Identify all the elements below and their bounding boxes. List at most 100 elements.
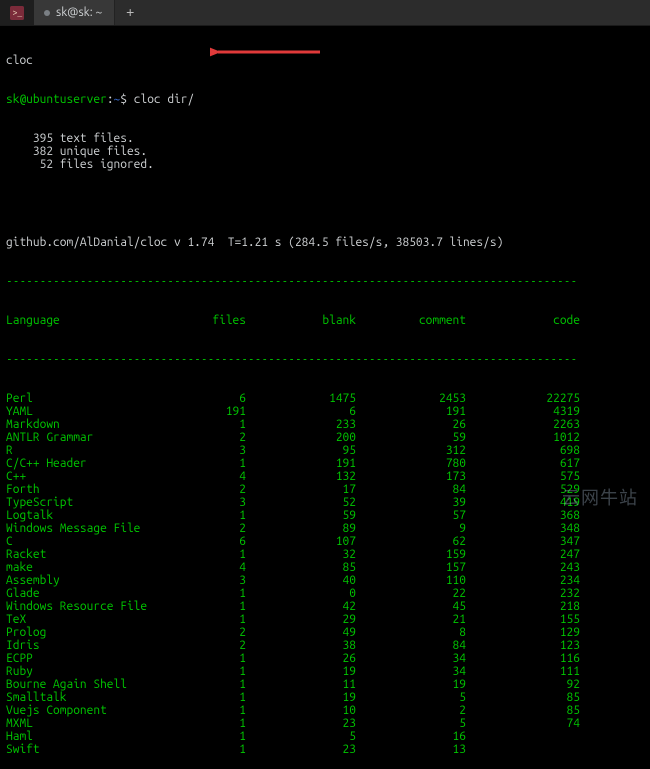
cell-code: 348 (466, 522, 586, 535)
table-row: Markdown1233262263 (6, 418, 644, 431)
cell-comment: 84 (356, 639, 466, 652)
cell-language: R (6, 444, 186, 457)
cell-comment: 2 (356, 704, 466, 717)
cell-blank: 26 (246, 652, 356, 665)
cell-comment: 34 (356, 652, 466, 665)
table-row: ANTLR Grammar2200591012 (6, 431, 644, 444)
cell-files: 1 (186, 704, 246, 717)
summary-line: 395 text files. (6, 132, 644, 145)
table-row: R395312698 (6, 444, 644, 457)
cell-language: Swift (6, 743, 186, 756)
cell-comment: 173 (356, 470, 466, 483)
cell-code: 218 (466, 600, 586, 613)
table-row: C++4132173575 (6, 470, 644, 483)
table-row: Bourne Again Shell1111992 (6, 678, 644, 691)
cell-files: 1 (186, 509, 246, 522)
table-row: Assembly340110234 (6, 574, 644, 587)
cell-files: 191 (186, 405, 246, 418)
cell-comment: 16 (356, 730, 466, 743)
hdr-blank: blank (246, 314, 356, 327)
cell-comment: 5 (356, 717, 466, 730)
cell-code: 116 (466, 652, 586, 665)
table-body: Perl61475245322275YAML19161914319Markdow… (6, 392, 644, 756)
table-row: Perl61475245322275 (6, 392, 644, 405)
cell-comment: 22 (356, 587, 466, 600)
cell-blank: 107 (246, 535, 356, 548)
cell-language: Logtalk (6, 509, 186, 522)
hdr-files: files (186, 314, 246, 327)
svg-text:>_: >_ (13, 9, 23, 18)
cell-comment: 62 (356, 535, 466, 548)
cell-files: 1 (186, 613, 246, 626)
cell-files: 6 (186, 535, 246, 548)
summary-block: 395 text files. 382 unique files. 52 fil… (6, 132, 644, 171)
new-tab-button[interactable]: + (115, 0, 145, 25)
cell-language: Racket (6, 548, 186, 561)
cell-blank: 95 (246, 444, 356, 457)
cell-comment: 110 (356, 574, 466, 587)
hdr-code: code (466, 314, 586, 327)
cell-comment: 2453 (356, 392, 466, 405)
cell-blank: 19 (246, 665, 356, 678)
summary-line: 52 files ignored. (6, 158, 644, 171)
cell-files: 1 (186, 418, 246, 431)
cell-comment: 780 (356, 457, 466, 470)
cell-code: 92 (466, 678, 586, 691)
table-row: Forth21784529 (6, 483, 644, 496)
table-row: Prolog2498129 (6, 626, 644, 639)
cell-blank: 11 (246, 678, 356, 691)
cell-code: 4319 (466, 405, 586, 418)
table-row: ECPP12634116 (6, 652, 644, 665)
table-row: MXML123574 (6, 717, 644, 730)
cell-language: TeX (6, 613, 186, 626)
table-row: make485157243 (6, 561, 644, 574)
cell-language: Windows Resource File (6, 600, 186, 613)
prompt-line: sk@ubuntuserver:~$ cloc dir/ (6, 93, 644, 106)
cell-blank: 0 (246, 587, 356, 600)
cell-blank: 1475 (246, 392, 356, 405)
cell-comment: 57 (356, 509, 466, 522)
cell-language: Idris (6, 639, 186, 652)
cell-language: Vuejs Component (6, 704, 186, 717)
cell-code: 22275 (466, 392, 586, 405)
table-row: Vuejs Component110285 (6, 704, 644, 717)
cell-blank: 191 (246, 457, 356, 470)
table-row: Ruby11934111 (6, 665, 644, 678)
tab-bar: >_ sk@sk: ~ + (0, 0, 650, 26)
dash-line-mid: ----------------------------------------… (6, 353, 644, 366)
cell-comment: 159 (356, 548, 466, 561)
cell-blank: 32 (246, 548, 356, 561)
cell-language: TypeScript (6, 496, 186, 509)
cell-blank: 19 (246, 691, 356, 704)
cell-files: 1 (186, 457, 246, 470)
table-row: TypeScript35239419 (6, 496, 644, 509)
cell-code: 123 (466, 639, 586, 652)
cell-blank: 89 (246, 522, 356, 535)
cell-comment: 5 (356, 691, 466, 704)
cell-language: Markdown (6, 418, 186, 431)
cell-code: 85 (466, 704, 586, 717)
cell-blank: 40 (246, 574, 356, 587)
prompt-userhost: sk@ubuntuserver (6, 93, 107, 106)
cell-comment: 84 (356, 483, 466, 496)
cell-language: Ruby (6, 665, 186, 678)
cell-files: 2 (186, 626, 246, 639)
table-row: YAML19161914319 (6, 405, 644, 418)
cell-code: 2263 (466, 418, 586, 431)
cell-blank: 5 (246, 730, 356, 743)
cell-comment: 191 (356, 405, 466, 418)
cell-files: 2 (186, 522, 246, 535)
cell-language: YAML (6, 405, 186, 418)
cell-comment: 45 (356, 600, 466, 613)
cell-comment: 312 (356, 444, 466, 457)
cell-files: 2 (186, 483, 246, 496)
tab-indicator (44, 10, 50, 16)
tab-terminal[interactable]: sk@sk: ~ (34, 0, 115, 25)
table-row: Idris23884123 (6, 639, 644, 652)
cell-language: Windows Message File (6, 522, 186, 535)
cell-files: 1 (186, 548, 246, 561)
cell-code: 247 (466, 548, 586, 561)
cell-code: 419 (466, 496, 586, 509)
cell-language: ECPP (6, 652, 186, 665)
cell-files: 1 (186, 743, 246, 756)
